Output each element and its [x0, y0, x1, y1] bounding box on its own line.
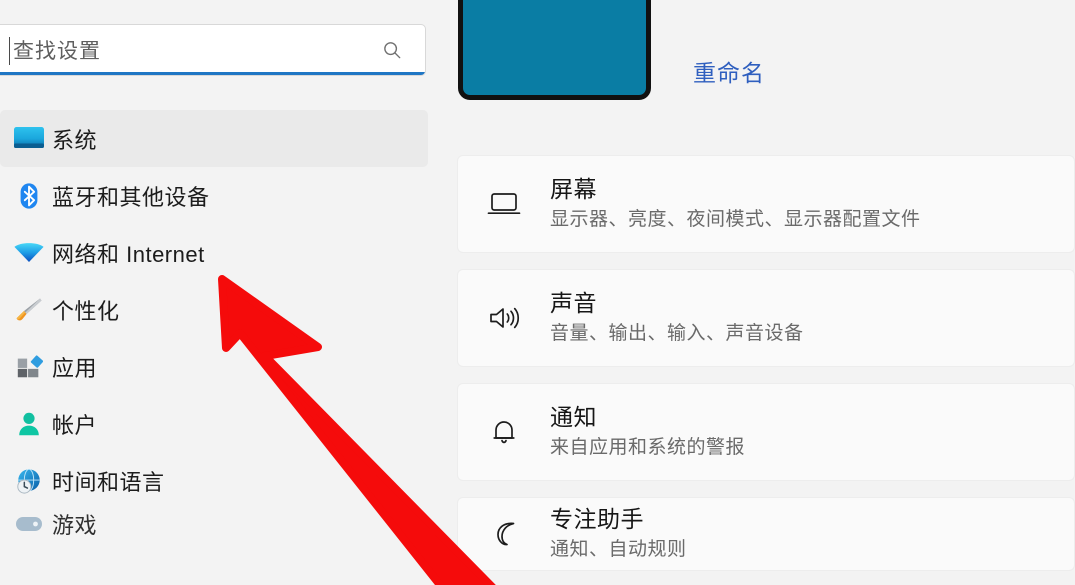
card-title: 声音 — [550, 290, 597, 317]
card-text: 声音 音量、输出、输入、声音设备 — [550, 289, 804, 346]
sidebar-item-label: 网络和 Internet — [52, 241, 205, 267]
sidebar-item-network-internet[interactable]: 网络和 Internet — [0, 224, 428, 281]
sidebar-item-bluetooth[interactable]: 蓝牙和其他设备 — [0, 167, 428, 224]
monitor-icon — [6, 122, 52, 156]
paintbrush-icon — [6, 293, 52, 327]
sidebar-item-personalization[interactable]: 个性化 — [0, 281, 428, 338]
moon-icon — [458, 519, 550, 549]
text-caret — [9, 37, 10, 65]
gaming-icon — [6, 509, 52, 539]
card-text: 专注助手 通知、自动规则 — [550, 505, 687, 562]
search-input[interactable]: 查找设置 — [0, 24, 426, 76]
settings-card-notifications[interactable]: 通知 来自应用和系统的警报 — [457, 383, 1075, 481]
settings-card-list: 屏幕 显示器、亮度、夜间模式、显示器配置文件 声音 音量、输出、输入、声音设备 … — [457, 155, 1075, 571]
card-subtitle: 来自应用和系统的警报 — [550, 437, 746, 459]
sidebar: 查找设置 系统 蓝牙和其他设备 网络和 Internet 个性化 应用 帐户 时… — [0, 0, 440, 585]
search-focus-underline — [0, 72, 425, 75]
globe-clock-icon — [6, 464, 52, 498]
sidebar-item-time-language[interactable]: 时间和语言 — [0, 452, 428, 509]
sidebar-item-label: 个性化 — [52, 298, 120, 324]
settings-card-display[interactable]: 屏幕 显示器、亮度、夜间模式、显示器配置文件 — [457, 155, 1075, 253]
sidebar-item-label: 时间和语言 — [52, 469, 165, 495]
device-header: 重命名 — [458, 0, 765, 100]
bluetooth-icon — [6, 179, 52, 213]
device-thumbnail — [458, 0, 651, 100]
person-icon — [6, 407, 52, 441]
card-title: 屏幕 — [550, 176, 597, 203]
card-title: 通知 — [550, 404, 597, 431]
settings-card-sound[interactable]: 声音 音量、输出、输入、声音设备 — [457, 269, 1075, 367]
sidebar-item-label: 蓝牙和其他设备 — [52, 184, 210, 210]
apps-blocks-icon — [6, 350, 52, 384]
rename-device-link[interactable]: 重命名 — [693, 54, 765, 88]
speaker-icon — [458, 304, 550, 332]
sidebar-item-label: 游戏 — [52, 513, 98, 538]
sidebar-item-system[interactable]: 系统 — [0, 110, 428, 167]
card-text: 屏幕 显示器、亮度、夜间模式、显示器配置文件 — [550, 175, 921, 232]
main-content: 重命名 屏幕 显示器、亮度、夜间模式、显示器配置文件 声音 音量、输出、输入、声… — [440, 0, 1075, 585]
settings-window: 查找设置 系统 蓝牙和其他设备 网络和 Internet 个性化 应用 帐户 时… — [0, 0, 1075, 585]
search-icon[interactable] — [381, 39, 403, 61]
sidebar-item-label: 帐户 — [52, 412, 98, 438]
search-settings-container: 查找设置 — [0, 24, 426, 76]
sidebar-item-apps[interactable]: 应用 — [0, 338, 428, 395]
card-subtitle: 显示器、亮度、夜间模式、显示器配置文件 — [550, 209, 921, 231]
wifi-icon — [6, 236, 52, 270]
settings-card-focus-assist[interactable]: 专注助手 通知、自动规则 — [457, 497, 1075, 571]
card-text: 通知 来自应用和系统的警报 — [550, 403, 745, 460]
sidebar-nav: 系统 蓝牙和其他设备 网络和 Internet 个性化 应用 帐户 时间和语言 … — [0, 110, 428, 539]
sidebar-item-gaming[interactable]: 游戏 — [0, 509, 428, 539]
card-subtitle: 通知、自动规则 — [550, 539, 687, 561]
sidebar-item-label: 系统 — [52, 127, 98, 153]
card-title: 专注助手 — [550, 506, 644, 533]
sidebar-item-accounts[interactable]: 帐户 — [0, 395, 428, 452]
bell-icon — [458, 417, 550, 447]
search-placeholder: 查找设置 — [13, 40, 101, 63]
sidebar-item-label: 应用 — [52, 355, 98, 381]
display-monitor-icon — [458, 191, 550, 217]
card-subtitle: 音量、输出、输入、声音设备 — [550, 323, 804, 345]
